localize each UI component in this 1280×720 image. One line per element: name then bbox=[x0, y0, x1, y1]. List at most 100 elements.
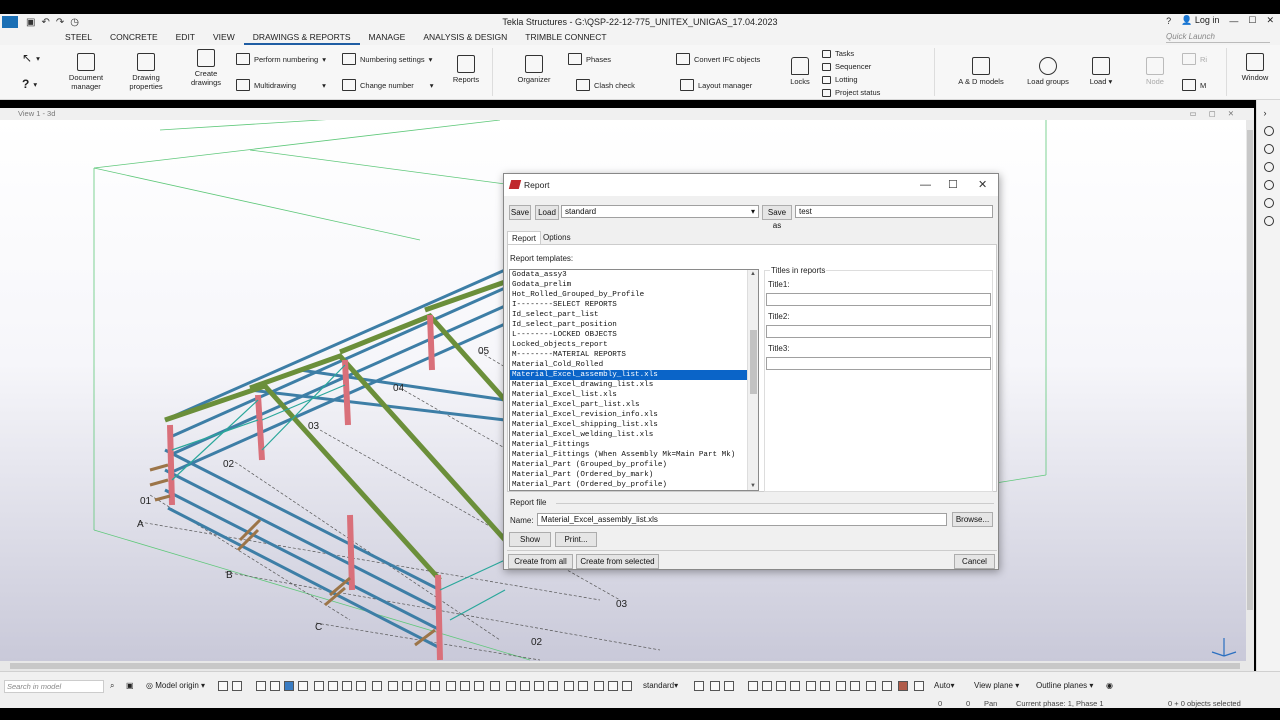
origin-tool-2[interactable] bbox=[232, 681, 242, 691]
document-manager-button[interactable]: Document manager bbox=[62, 53, 110, 91]
settings-icon[interactable] bbox=[1263, 180, 1274, 190]
snap-tool-9[interactable] bbox=[372, 681, 382, 691]
view-tool-1[interactable] bbox=[694, 681, 704, 691]
shape-tool-2[interactable] bbox=[762, 681, 772, 691]
moment-button[interactable]: M bbox=[1182, 79, 1206, 91]
properties-icon[interactable] bbox=[1263, 126, 1274, 136]
tab-trimble-connect[interactable]: TRIMBLE CONNECT bbox=[516, 30, 615, 45]
horizontal-scrollbar[interactable] bbox=[0, 661, 1254, 671]
template-list-item[interactable]: Material_Fittings (When Assembly Mk=Main… bbox=[510, 450, 758, 460]
template-list-item[interactable]: Material_Fittings bbox=[510, 440, 758, 450]
snap-tool-2[interactable] bbox=[270, 681, 280, 691]
save-as-button[interactable]: Save as bbox=[762, 205, 792, 230]
shape-tool-6[interactable] bbox=[820, 681, 830, 691]
snap-tool-11[interactable] bbox=[402, 681, 412, 691]
phases-button[interactable]: Phases bbox=[568, 53, 611, 65]
shape-tool-4[interactable] bbox=[790, 681, 800, 691]
title2-input[interactable] bbox=[766, 325, 991, 338]
snap-tool-7[interactable] bbox=[342, 681, 352, 691]
snap-tool-20[interactable] bbox=[534, 681, 544, 691]
help-icon[interactable]: ? bbox=[1166, 16, 1171, 26]
convert-ifc-button[interactable]: Convert IFC objects bbox=[676, 53, 760, 65]
template-list-item[interactable]: Material_Cold_Rolled bbox=[510, 360, 758, 370]
scroll-down-icon[interactable]: ▼ bbox=[750, 483, 756, 489]
numbering-settings-button[interactable]: Numbering settings ▾ bbox=[342, 53, 432, 65]
tab-manage[interactable]: MANAGE bbox=[360, 30, 415, 45]
shape-tool-10[interactable] bbox=[882, 681, 892, 691]
node-button[interactable]: Node bbox=[1140, 57, 1170, 86]
snap-tool-25[interactable] bbox=[608, 681, 618, 691]
shape-tool-12[interactable] bbox=[914, 681, 924, 691]
print-button[interactable]: Print... bbox=[555, 532, 597, 547]
template-list-item[interactable]: Material_Excel_revision_info.xls bbox=[510, 410, 758, 420]
shape-tool-3[interactable] bbox=[776, 681, 786, 691]
template-list-item[interactable]: Godata_assy3 bbox=[510, 270, 758, 280]
report-templates-list[interactable]: Godata_assy3 Godata_prelim Hot_Rolled_Grou… bbox=[509, 269, 759, 491]
template-list-item[interactable]: Locked_objects_report bbox=[510, 340, 758, 350]
close-icon[interactable]: ✕ bbox=[1266, 15, 1274, 26]
snap-tool-6[interactable] bbox=[328, 681, 338, 691]
shape-tool-7[interactable] bbox=[836, 681, 846, 691]
load-button[interactable]: Load bbox=[535, 205, 559, 220]
template-list-item[interactable]: Godata_prelim bbox=[510, 280, 758, 290]
drawing-properties-button[interactable]: Drawing properties bbox=[122, 53, 170, 91]
snap-tool-1[interactable] bbox=[256, 681, 266, 691]
snap-tool-23[interactable] bbox=[578, 681, 588, 691]
create-drawings-button[interactable]: Create drawings bbox=[182, 49, 230, 87]
template-list-item[interactable]: L--------LOCKED OBJECTS bbox=[510, 330, 758, 340]
quick-launch-input[interactable]: Quick Launch bbox=[1166, 32, 1270, 43]
lotting-button[interactable]: Lotting bbox=[822, 75, 858, 84]
perform-numbering-button[interactable]: Perform numbering ▾ bbox=[236, 53, 326, 65]
rigid-link-button[interactable]: Ri bbox=[1182, 53, 1207, 65]
view-tool-3[interactable] bbox=[724, 681, 734, 691]
view-window-controls[interactable]: ▭▢✕ bbox=[1190, 108, 1246, 120]
tab-concrete[interactable]: CONCRETE bbox=[101, 30, 167, 45]
template-list-item[interactable]: Material_Part (Ordered_by_mark) bbox=[510, 470, 758, 480]
template-list-item[interactable]: M--------MATERIAL REPORTS bbox=[510, 350, 758, 360]
shape-tool-5[interactable] bbox=[806, 681, 816, 691]
template-list-item[interactable]: Hot_Rolled_Grouped_by_Profile bbox=[510, 290, 758, 300]
title1-input[interactable] bbox=[766, 293, 991, 306]
snap-tool-10[interactable] bbox=[388, 681, 398, 691]
snap-tool-17[interactable] bbox=[490, 681, 500, 691]
load-button[interactable]: Load ▾ bbox=[1086, 57, 1116, 86]
browse-button[interactable]: Browse... bbox=[952, 512, 993, 527]
shape-tool-1[interactable] bbox=[748, 681, 758, 691]
window-button[interactable]: Window bbox=[1236, 53, 1274, 82]
show-button[interactable]: Show bbox=[509, 532, 551, 547]
snap-tool-8[interactable] bbox=[356, 681, 366, 691]
save-icon[interactable]: ▣ bbox=[26, 17, 35, 28]
undo-icon[interactable]: ↶ bbox=[41, 17, 49, 28]
auto-dropdown[interactable]: Auto▾ bbox=[934, 681, 954, 690]
layout-manager-button[interactable]: Layout manager bbox=[680, 79, 752, 91]
snap-tool-13[interactable] bbox=[430, 681, 440, 691]
minimize-icon[interactable]: — bbox=[1229, 16, 1238, 26]
dialog-title-bar[interactable]: Report — ☐ ✕ bbox=[504, 174, 998, 196]
globe-icon[interactable] bbox=[1263, 144, 1274, 154]
tab-drawings-reports[interactable]: DRAWINGS & REPORTS bbox=[243, 30, 360, 45]
maximize-icon[interactable]: ☐ bbox=[1248, 15, 1256, 26]
change-number-button[interactable]: Change number ▾ bbox=[342, 79, 434, 91]
load-groups-button[interactable]: Load groups bbox=[1022, 57, 1074, 86]
snap-tool-22[interactable] bbox=[564, 681, 574, 691]
template-list-item[interactable]: Id_select_part_position bbox=[510, 320, 758, 330]
title3-input[interactable] bbox=[766, 357, 991, 370]
view-plane-dropdown[interactable]: View plane ▾ bbox=[974, 681, 1019, 690]
search-in-model-input[interactable]: Search in model bbox=[4, 680, 104, 693]
reports-button[interactable]: Reports bbox=[448, 55, 484, 84]
expand-pane-icon[interactable]: › bbox=[1264, 108, 1274, 118]
redo-icon[interactable]: ↷ bbox=[56, 17, 64, 28]
snap-tool-21[interactable] bbox=[548, 681, 558, 691]
list-scroll-thumb[interactable] bbox=[750, 330, 757, 394]
horizontal-scroll-thumb[interactable] bbox=[10, 663, 1240, 669]
snap-tool-18[interactable] bbox=[506, 681, 516, 691]
vertical-scroll-thumb[interactable] bbox=[1247, 130, 1253, 610]
report-file-name-input[interactable]: Material_Excel_assembly_list.xls bbox=[537, 513, 947, 526]
search-icon[interactable]: ⌕ bbox=[110, 681, 114, 691]
tab-view[interactable]: VIEW bbox=[204, 30, 244, 45]
login-link[interactable]: 👤 Log in bbox=[1181, 15, 1219, 26]
save-as-input[interactable]: test bbox=[795, 205, 993, 218]
template-list-item[interactable]: I--------SELECT REPORTS bbox=[510, 300, 758, 310]
template-list-item[interactable]: Material_Excel_list.xls bbox=[510, 390, 758, 400]
view-tool-2[interactable] bbox=[710, 681, 720, 691]
